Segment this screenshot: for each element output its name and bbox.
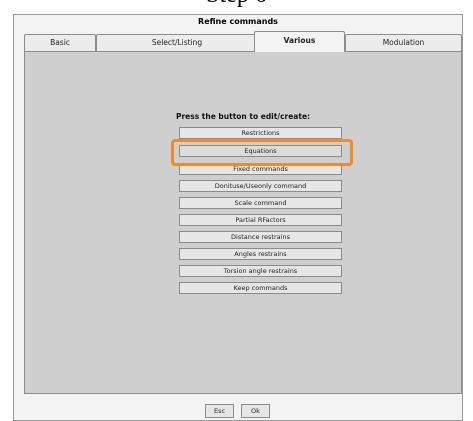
step-title: Step 6 <box>0 0 473 9</box>
equations-highlight-marker <box>171 139 353 166</box>
ok-button[interactable]: Ok <box>241 404 270 418</box>
partial-rfactors-button[interactable]: Partial RFactors <box>179 214 342 226</box>
tab-basic[interactable]: Basic <box>24 34 96 51</box>
esc-button[interactable]: Esc <box>205 404 234 418</box>
torsion-angle-restrains-button[interactable]: Torsion angle restrains <box>179 265 342 277</box>
angles-restrains-button[interactable]: Angles restrains <box>179 248 342 260</box>
various-panel: Press the button to edit/create: Restric… <box>24 51 462 394</box>
restrictions-button[interactable]: Restrictions <box>179 127 342 139</box>
dontuse-useonly-button[interactable]: Donituse/Useonly command <box>179 180 342 192</box>
panel-instruction: Press the button to edit/create: <box>175 112 311 121</box>
tab-various[interactable]: Various <box>254 31 345 52</box>
refine-commands-window: Refine commands Basic Select/Listing Var… <box>13 14 463 421</box>
window-title: Refine commands <box>198 17 278 26</box>
tab-modulation[interactable]: Modulation <box>345 34 462 51</box>
distance-restrains-button[interactable]: Distance restrains <box>179 231 342 243</box>
keep-commands-button[interactable]: Keep commands <box>179 282 342 294</box>
tab-select-listing[interactable]: Select/Listing <box>96 34 258 51</box>
scale-command-button[interactable]: Scale command <box>179 197 342 209</box>
